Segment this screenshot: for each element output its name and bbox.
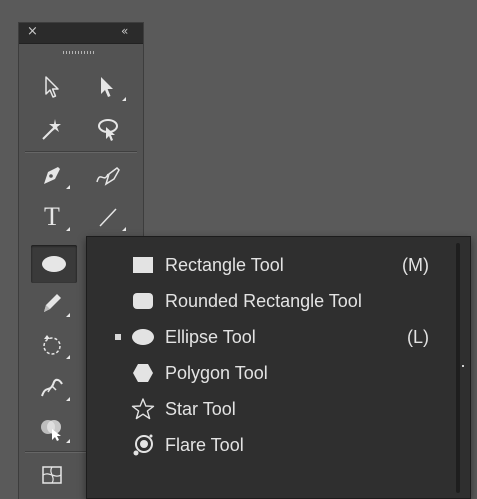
pencil-tool[interactable] bbox=[27, 285, 77, 321]
shape-builder-icon bbox=[41, 420, 61, 441]
close-icon[interactable]: × bbox=[27, 25, 39, 39]
menu-item-label: Star Tool bbox=[165, 399, 236, 419]
flyout-scroll-track bbox=[456, 243, 460, 493]
selection-arrow-icon bbox=[45, 76, 59, 98]
lasso-tool[interactable] bbox=[83, 111, 133, 147]
menu-item-label: Flare Tool bbox=[165, 435, 244, 455]
panel-grip-icon[interactable] bbox=[63, 51, 95, 54]
line-segment-tool[interactable] bbox=[83, 199, 133, 235]
menu-item-rounded-rectangle-tool[interactable]: Rounded Rectangle Tool bbox=[87, 283, 437, 319]
menu-item-rectangle-tool[interactable]: Rectangle Tool (M) bbox=[87, 247, 437, 283]
flyout-indicator-icon bbox=[66, 397, 70, 401]
menu-item-label: Rounded Rectangle Tool bbox=[165, 291, 362, 311]
pencil-icon bbox=[44, 294, 61, 312]
warp-icon bbox=[41, 378, 63, 397]
toolbar-separator bbox=[25, 151, 137, 153]
flyout-indicator-icon bbox=[122, 227, 126, 231]
curvature-pen-icon bbox=[96, 167, 120, 186]
flyout-indicator-icon bbox=[66, 313, 70, 317]
mesh-tool[interactable] bbox=[27, 457, 77, 493]
star-icon bbox=[131, 398, 155, 420]
menu-item-ellipse-tool[interactable]: Ellipse Tool (L) bbox=[87, 319, 437, 355]
flyout-indicator-icon bbox=[66, 227, 70, 231]
ellipse-tool[interactable] bbox=[31, 245, 77, 283]
magic-wand-tool[interactable] bbox=[27, 111, 77, 147]
menu-item-polygon-tool[interactable]: Polygon Tool bbox=[87, 355, 437, 391]
menu-item-star-tool[interactable]: Star Tool bbox=[87, 391, 437, 427]
flyout-indicator-icon bbox=[66, 355, 70, 359]
flyout-indicator-icon bbox=[122, 97, 126, 101]
type-tool[interactable]: T bbox=[27, 199, 77, 235]
shape-builder-tool[interactable] bbox=[27, 411, 77, 447]
shape-tools-flyout-menu: Rectangle Tool (M) Rounded Rectangle Too… bbox=[86, 236, 471, 499]
ellipse-icon bbox=[42, 256, 66, 272]
direct-selection-arrow-icon bbox=[101, 77, 113, 97]
warp-tool[interactable] bbox=[27, 369, 77, 405]
polygon-icon bbox=[131, 362, 155, 384]
flyout-indicator-icon bbox=[66, 439, 70, 443]
flare-icon bbox=[131, 434, 155, 456]
selection-tool[interactable] bbox=[27, 69, 77, 105]
flyout-scroll-indicator bbox=[462, 365, 464, 367]
type-icon: T bbox=[44, 202, 60, 231]
collapse-panel-icon[interactable]: « bbox=[121, 24, 135, 38]
lasso-icon bbox=[98, 119, 118, 141]
pen-tool[interactable] bbox=[27, 157, 77, 193]
menu-item-flare-tool[interactable]: Flare Tool bbox=[87, 427, 437, 463]
rectangle-icon bbox=[131, 254, 155, 276]
menu-item-label: Ellipse Tool bbox=[165, 327, 256, 347]
rounded-rectangle-icon bbox=[131, 290, 155, 312]
menu-item-label: Polygon Tool bbox=[165, 363, 268, 383]
checked-indicator-icon bbox=[115, 334, 121, 340]
mesh-icon bbox=[42, 466, 62, 484]
direct-selection-tool[interactable] bbox=[83, 69, 133, 105]
menu-item-label: Rectangle Tool bbox=[165, 255, 284, 275]
magic-wand-icon bbox=[42, 119, 61, 140]
tools-panel-titlebar[interactable]: × « bbox=[19, 23, 143, 44]
menu-item-shortcut: (L) bbox=[407, 327, 429, 347]
pen-icon bbox=[44, 167, 60, 184]
rotate-icon bbox=[43, 335, 61, 355]
curvature-tool[interactable] bbox=[83, 157, 133, 193]
flyout-indicator-icon bbox=[66, 185, 70, 189]
line-segment-icon bbox=[99, 208, 117, 227]
ellipse-icon bbox=[131, 326, 155, 348]
menu-item-shortcut: (M) bbox=[402, 255, 429, 275]
rotate-tool[interactable] bbox=[27, 327, 77, 363]
